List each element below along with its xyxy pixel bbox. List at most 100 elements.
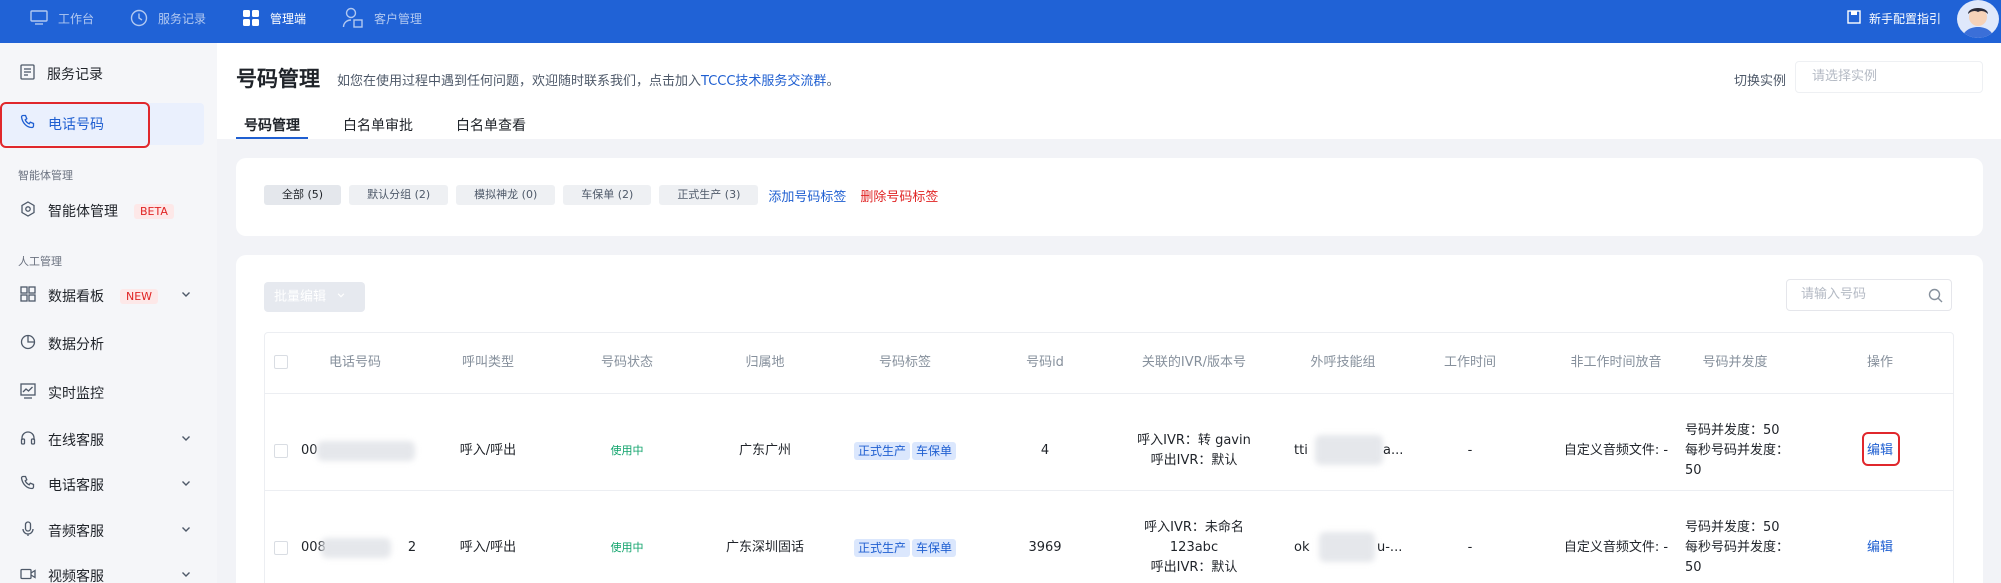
status-badge: 使用中 <box>610 444 644 457</box>
guide-link[interactable]: 新手配置指引 <box>1847 0 1941 36</box>
ivr-inbound: 呼入IVR：转 gavin <box>1137 433 1251 448</box>
beta-badge: BETA <box>134 203 174 219</box>
notice-suffix: 。 <box>826 74 840 89</box>
tag-filter-all[interactable]: 全部 (5) <box>264 185 342 205</box>
bulk-edit-label: 批量编辑 <box>274 289 327 305</box>
highlight-box-phone <box>0 102 150 148</box>
tab-number-manage[interactable]: 号码管理 <box>236 115 308 139</box>
sidebar-item-label: 在线客服 <box>48 433 104 449</box>
phone-icon <box>20 475 36 495</box>
search-icon <box>1928 288 1943 303</box>
sidebar-item-monitor[interactable]: 实时监控 <box>0 372 204 414</box>
tab-whitelist-view[interactable]: 白名单查看 <box>448 115 534 139</box>
off-hours-audio: 自定义音频文件: - <box>1563 540 1669 555</box>
hexagon-icon <box>20 201 36 221</box>
sidebar-item-video-service[interactable]: 视频客服 <box>0 555 204 583</box>
document-icon <box>20 64 35 84</box>
chevron-down-icon <box>180 477 192 493</box>
chevron-down-icon <box>180 523 192 539</box>
select-all-checkbox[interactable] <box>274 355 288 369</box>
tag-filter-production[interactable]: 正式生产 (3) <box>659 185 759 205</box>
chevron-down-icon <box>180 432 192 448</box>
row-checkbox[interactable] <box>274 444 288 458</box>
top-nav: 工作台 服务记录 管理端 客户管理 <box>30 0 422 36</box>
column-header: 呼叫类型 <box>461 355 514 370</box>
work-time: - <box>1467 540 1473 555</box>
column-header: 关联的IVR/版本号 <box>1141 355 1247 370</box>
sidebar-item-dashboard[interactable]: 数据看板 NEW <box>0 275 204 317</box>
redacted-skill-group <box>1319 532 1375 562</box>
ivr-outbound: 呼出IVR：默认 <box>1150 453 1238 468</box>
number-id: 4 <box>1040 443 1050 458</box>
off-hours-audio: 自定义音频文件: - <box>1563 443 1669 458</box>
nav-service-records-label: 服务记录 <box>158 11 207 26</box>
numbers-table: 电话号码 呼叫类型 号码状态 归属地 号码标签 号码id 关联的IVR/版本号 … <box>264 332 1954 583</box>
sidebar-item-label: 数据看板 <box>48 289 104 305</box>
nav-workbench[interactable]: 工作台 <box>30 10 94 27</box>
edit-button[interactable]: 编辑 <box>1850 538 1910 558</box>
row-checkbox[interactable] <box>274 541 288 555</box>
sidebar-item-label: 实时监控 <box>48 386 104 402</box>
monitor-icon <box>30 10 48 26</box>
skill-group-suffix: u-... <box>1377 540 1403 555</box>
redacted-phone <box>317 441 415 461</box>
bulk-edit-button[interactable]: 批量编辑 <box>264 282 365 312</box>
nav-admin[interactable]: 管理端 <box>242 9 306 27</box>
nav-admin-label: 管理端 <box>270 11 307 26</box>
top-bar: 工作台 服务记录 管理端 客户管理 新手配置指引 <box>0 0 2001 43</box>
sidebar-item-label: 电话客服 <box>48 478 104 494</box>
sidebar-item-service-records[interactable]: 服务记录 <box>0 53 204 95</box>
notice-text: 如您在使用过程中遇到任何问题，欢迎随时联系我们，点击加入TCCC技术服务交流群。 <box>337 70 839 89</box>
concurrency-line: 号码并发度：50 <box>1685 520 1780 535</box>
avatar[interactable] <box>1957 0 1999 38</box>
nav-customer-manage[interactable]: 客户管理 <box>342 7 422 29</box>
sidebar-item-agent-manage[interactable]: 智能体管理 BETA <box>0 190 204 232</box>
chevron-down-icon <box>336 282 346 312</box>
nav-workbench-label: 工作台 <box>58 11 95 26</box>
column-header: 号码并发度 <box>1702 355 1768 370</box>
redacted-skill-group <box>1315 435 1383 465</box>
sidebar-item-audio-service[interactable]: 音频客服 <box>0 510 204 552</box>
tag-chip: 车保单 <box>912 442 957 460</box>
concurrency-line: 50 <box>1685 560 1702 575</box>
ivr-version: 123abc <box>1169 540 1219 555</box>
section-header-agent: 智能体管理 <box>18 169 73 182</box>
delete-tag-link[interactable]: 删除号码标签 <box>860 186 938 205</box>
sidebar-item-label: 音频客服 <box>48 524 104 540</box>
tab-whitelist-approval[interactable]: 白名单审批 <box>335 115 421 139</box>
tag-list: 正式生产 车保单 <box>840 538 970 558</box>
new-badge: NEW <box>120 288 159 304</box>
ivr-inbound: 呼入IVR：未命名 <box>1144 520 1244 535</box>
pie-chart-icon <box>20 334 36 354</box>
notice-link[interactable]: TCCC技术服务交流群 <box>701 74 826 89</box>
phone-number-suffix: 2 <box>407 540 417 555</box>
sidebar-item-phone-service[interactable]: 电话客服 <box>0 464 204 506</box>
sidebar: 服务记录 电话号码 智能体管理 智能体管理 BETA 人工管理 数据看板 NEW… <box>0 43 217 583</box>
chevron-down-icon <box>180 288 192 304</box>
number-id: 3969 <box>1028 540 1062 555</box>
concurrency-line: 号码并发度：50 <box>1685 423 1780 438</box>
dashboard-icon <box>20 286 36 306</box>
tag-filter-default[interactable]: 默认分组 (2) <box>349 185 449 205</box>
tag-list: 正式生产 车保单 <box>840 441 970 461</box>
column-header: 号码状态 <box>600 355 653 370</box>
search-input[interactable]: 请输入号码 <box>1786 279 1952 311</box>
clock-icon <box>130 9 148 27</box>
highlight-box-edit <box>1862 432 1900 466</box>
column-header: 工作时间 <box>1443 355 1496 370</box>
nav-service-records[interactable]: 服务记录 <box>130 9 206 27</box>
notice-prefix: 如您在使用过程中遇到任何问题，欢迎随时联系我们，点击加入 <box>337 74 702 89</box>
instance-select[interactable]: 请选择实例 <box>1795 61 1983 93</box>
sidebar-item-analytics[interactable]: 数据分析 <box>0 323 204 365</box>
tag-filter-shenlong[interactable]: 模拟神龙 (0) <box>456 185 556 205</box>
tag-filter-group: 全部 (5) 默认分组 (2) 模拟神龙 (0) 车保单 (2) 正式生产 (3… <box>264 185 938 205</box>
concurrency: 号码并发度：50 每秒号码并发度： 50 <box>1685 421 1825 481</box>
sidebar-item-label: 数据分析 <box>48 337 104 353</box>
column-header: 号码标签 <box>878 355 931 370</box>
tag-filter-car-insurance[interactable]: 车保单 (2) <box>563 185 652 205</box>
row-divider <box>265 393 1953 394</box>
chevron-down-icon <box>180 568 192 583</box>
sidebar-item-label: 服务记录 <box>47 67 103 83</box>
add-tag-link[interactable]: 添加号码标签 <box>768 186 846 205</box>
sidebar-item-online-service[interactable]: 在线客服 <box>0 419 204 461</box>
